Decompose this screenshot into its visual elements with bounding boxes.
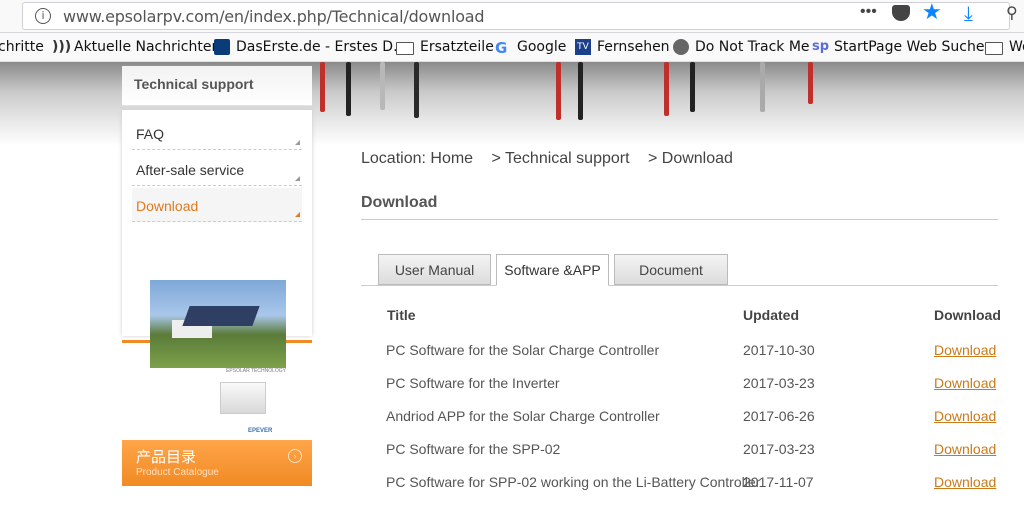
corner-arrow-icon <box>295 176 300 181</box>
banner-cable <box>808 62 813 104</box>
bookmark-label: Google <box>517 39 567 55</box>
bookmark-item[interactable]: Wo <box>985 39 1024 55</box>
more-icon[interactable]: ••• <box>860 3 877 21</box>
bookmark-item[interactable]: Do Not Track Me <box>673 39 810 55</box>
row-title: PC Software for the Inverter <box>386 375 560 391</box>
bookmark-item[interactable]: ))) Aktuelle Nachrichten <box>52 39 220 55</box>
table-row: PC Software for the Solar Charge Control… <box>0 342 1024 372</box>
bookmark-label: Do Not Track Me <box>695 39 810 55</box>
bookmarks-bar: chritte ))) Aktuelle Nachrichten DasErste… <box>0 33 1024 62</box>
search-icon[interactable]: ⚲ <box>1006 3 1018 22</box>
sidebar: Technical support FAQ After-sale service… <box>122 66 312 506</box>
bookmark-item[interactable]: TV Fernsehen <box>575 39 670 55</box>
corner-arrow-icon <box>295 140 300 145</box>
banner-cable <box>346 62 351 116</box>
row-title: PC Software for the Solar Charge Control… <box>386 342 660 358</box>
bookmark-label: Ersatzteile <box>420 39 494 55</box>
sidebar-item-label: FAQ <box>136 126 165 142</box>
startpage-icon: sp <box>812 39 830 54</box>
banner-cable <box>664 62 669 116</box>
breadcrumb-technical-support[interactable]: > Technical support <box>492 150 630 167</box>
sidebar-item-after-sale[interactable]: After-sale service <box>132 152 302 186</box>
download-link[interactable]: Download <box>934 441 996 457</box>
download-link[interactable]: Download <box>934 474 996 490</box>
sidebar-heading: Technical support <box>122 66 312 106</box>
row-title: PC Software for the SPP-02 <box>386 441 561 457</box>
download-link[interactable]: Download <box>934 342 996 358</box>
table-row: Andriod APP for the Solar Charge Control… <box>0 408 1024 438</box>
banner-cable <box>578 62 583 120</box>
table-row: PC Software for the SPP-02 2017-03-23 Do… <box>0 441 1024 471</box>
row-updated: 2017-06-26 <box>743 408 815 424</box>
folder-icon <box>396 42 414 55</box>
tab-software-app[interactable]: Software &APP <box>496 254 609 286</box>
page-title: Download <box>361 194 438 211</box>
row-updated: 2017-10-30 <box>743 342 815 358</box>
sidebar-item-label: After-sale service <box>136 162 245 178</box>
download-icon[interactable]: ⤓ <box>964 1 973 25</box>
bookmark-label: DasErste.de - Erstes D... <box>236 39 407 55</box>
folder-icon <box>985 42 1003 55</box>
bookmark-item[interactable]: G Google <box>495 39 567 57</box>
bookmark-label: Wo <box>1009 39 1024 55</box>
promo-solar-roof <box>182 306 260 326</box>
bookmark-item[interactable]: sp StartPage Web Suchen <box>812 39 993 55</box>
bookmark-star-icon[interactable]: ★ <box>922 0 942 25</box>
banner-cable <box>690 62 695 112</box>
bookmark-item[interactable]: DasErste.de - Erstes D... <box>214 39 406 55</box>
row-updated: 2017-03-23 <box>743 375 815 391</box>
url-text[interactable]: www.epsolarpv.com/en/index.php/Technical… <box>63 7 485 26</box>
bookmark-label: Fernsehen <box>597 39 670 55</box>
banner-cable <box>414 62 419 118</box>
breadcrumb: Location: Home > Technical support > Dow… <box>361 150 747 168</box>
tv-icon: TV <box>575 39 591 55</box>
breadcrumb-home[interactable]: Location: Home <box>361 150 473 167</box>
table-row: PC Software for the Inverter 2017-03-23 … <box>0 375 1024 405</box>
column-header-title: Title <box>387 307 416 323</box>
bookmark-label: Aktuelle Nachrichten <box>74 39 221 55</box>
sidebar-item-faq[interactable]: FAQ <box>132 116 302 150</box>
banner-cable <box>380 62 385 110</box>
table-row: PC Software for SPP-02 working on the Li… <box>0 474 1024 504</box>
tab-user-manual[interactable]: User Manual <box>378 254 491 285</box>
bookmark-label: chritte <box>0 39 44 55</box>
tab-document[interactable]: Document <box>614 254 728 285</box>
daserste-icon <box>214 39 230 55</box>
row-updated: 2017-03-23 <box>743 441 815 457</box>
column-header-updated: Updated <box>743 307 799 323</box>
download-link[interactable]: Download <box>934 408 996 424</box>
breadcrumb-download[interactable]: > Download <box>648 150 733 167</box>
bookmark-item[interactable]: Ersatzteile <box>396 39 494 55</box>
globe-icon <box>673 39 689 55</box>
download-link[interactable]: Download <box>934 375 996 391</box>
info-icon[interactable]: i <box>35 8 51 24</box>
row-updated: 2017-11-07 <box>743 474 814 490</box>
browser-toolbar: i www.epsolarpv.com/en/index.php/Technic… <box>0 0 1024 33</box>
title-divider <box>361 219 998 220</box>
row-title: Andriod APP for the Solar Charge Control… <box>386 408 660 424</box>
tab-divider <box>361 285 998 286</box>
bookmark-label: StartPage Web Suchen <box>834 39 994 55</box>
column-header-download: Download <box>934 307 1001 323</box>
rss-icon: ))) <box>52 39 72 55</box>
banner-cable <box>556 62 561 120</box>
sidebar-item-download[interactable]: Download <box>132 188 302 222</box>
corner-arrow-icon <box>295 212 300 217</box>
banner-cable <box>320 62 325 112</box>
sidebar-item-label: Download <box>136 198 199 214</box>
banner-cable <box>760 62 765 112</box>
google-icon: G <box>495 39 508 57</box>
row-title: PC Software for SPP-02 working on the Li… <box>386 474 761 490</box>
bookmark-item[interactable]: chritte <box>0 39 44 55</box>
